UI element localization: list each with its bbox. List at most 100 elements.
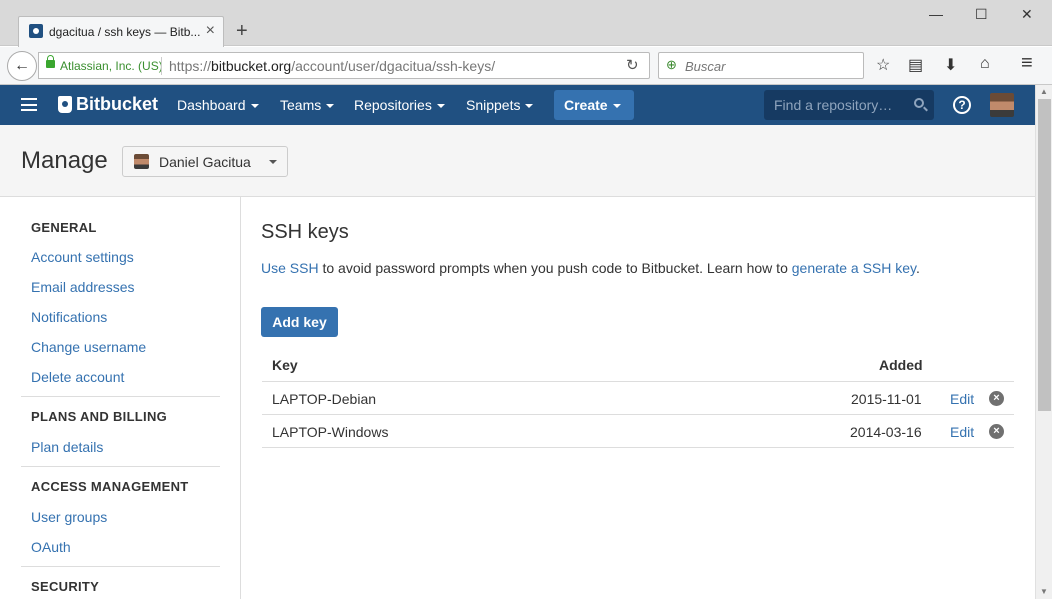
hamburger-menu-icon[interactable] [21, 98, 37, 111]
browser-navbar: ← Atlassian, Inc. (US) https://bitbucket… [0, 47, 1052, 85]
bitbucket-logo-icon[interactable] [58, 96, 72, 113]
section-title: SSH keys [261, 221, 349, 243]
scroll-down-icon[interactable]: ▼ [1040, 587, 1048, 596]
main-content: SSH keys Use SSH to avoid password promp… [241, 197, 1035, 599]
tab-title: dgacitua / ssh keys — Bitb... [49, 25, 201, 39]
app-header: Bitbucket Dashboard Teams Repositories S… [0, 85, 1035, 125]
chevron-down-icon [436, 104, 445, 109]
help-icon[interactable]: ? [953, 96, 971, 114]
remove-key-icon[interactable]: × [989, 391, 1004, 406]
sidebar-item-email-addresses[interactable]: Email addresses [31, 279, 135, 295]
nav-teams-label: Teams [280, 97, 322, 113]
sidebar-item-notifications[interactable]: Notifications [31, 309, 107, 325]
sidebar-heading-security: SECURITY [31, 579, 100, 594]
maximize-button[interactable]: ☐ [975, 6, 988, 23]
account-selector-label: Daniel Gacitua [159, 154, 251, 170]
ssh-intro-text: Use SSH to avoid password prompts when y… [261, 260, 920, 276]
table-row: LAPTOP-Debian 2015-11-01 Edit × [262, 382, 1014, 415]
back-button[interactable]: ← [7, 51, 37, 81]
download-icon[interactable]: ⬇ [944, 55, 957, 75]
nav-snippets[interactable]: Snippets [466, 97, 534, 113]
bookmark-star-icon[interactable]: ☆ [876, 55, 890, 75]
avatar [134, 154, 149, 169]
edit-key-link[interactable]: Edit [950, 391, 974, 407]
settings-sidebar: GENERAL Account settings Email addresses… [0, 197, 241, 599]
key-added-date: 2015-11-01 [851, 391, 922, 407]
browser-tab[interactable]: dgacitua / ssh keys — Bitb... × [18, 16, 224, 47]
sidebar-item-delete-account[interactable]: Delete account [31, 369, 124, 385]
reload-icon[interactable]: ↻ [626, 56, 639, 74]
search-placeholder: Buscar [685, 59, 726, 74]
intro-end: . [916, 260, 920, 276]
url-path: /account/user/dgacitua/ssh-keys/ [291, 58, 496, 74]
sidebar-divider [21, 396, 220, 397]
page-scrollbar[interactable]: ▲ ▼ [1035, 85, 1052, 599]
sidebar-divider [21, 466, 220, 467]
browser-titlebar: dgacitua / ssh keys — Bitb... × + — ☐ ✕ [0, 0, 1052, 47]
page-title: Manage [21, 147, 108, 174]
remove-key-icon[interactable]: × [989, 424, 1004, 439]
reading-list-icon[interactable]: ▤ [908, 55, 923, 75]
chevron-down-icon [612, 104, 621, 109]
minimize-button[interactable]: — [929, 6, 943, 22]
key-added-date: 2014-03-16 [850, 424, 922, 440]
sidebar-item-account-settings[interactable]: Account settings [31, 249, 134, 265]
key-label: LAPTOP-Windows [272, 424, 389, 440]
sidebar-heading-access-management: ACCESS MANAGEMENT [31, 479, 189, 494]
home-icon[interactable]: ⌂ [980, 55, 990, 73]
url-divider [161, 57, 162, 75]
site-identity[interactable]: Atlassian, Inc. (US) [60, 59, 163, 73]
scroll-up-icon[interactable]: ▲ [1040, 87, 1048, 96]
repository-search-input[interactable]: Find a repository… [764, 90, 934, 120]
search-icon [914, 98, 924, 108]
tab-close-icon[interactable]: × [206, 22, 215, 40]
bitbucket-logo[interactable]: Bitbucket [76, 94, 158, 115]
scrollbar-thumb[interactable] [1038, 99, 1051, 411]
column-header-added: Added [879, 357, 923, 373]
column-header-key: Key [272, 357, 298, 373]
nav-snippets-label: Snippets [466, 97, 521, 113]
sidebar-heading-general: GENERAL [31, 220, 97, 235]
url-bar[interactable]: Atlassian, Inc. (US) https://bitbucket.o… [38, 52, 650, 79]
close-window-button[interactable]: ✕ [1021, 6, 1033, 23]
ssh-keys-table: Key Added LAPTOP-Debian 2015-11-01 Edit … [262, 347, 1014, 448]
search-engine-icon: ⊕ [666, 57, 677, 72]
sidebar-item-plan-details[interactable]: Plan details [31, 439, 103, 455]
sidebar-item-user-groups[interactable]: User groups [31, 509, 107, 525]
table-header: Key Added [262, 347, 1014, 382]
edit-key-link[interactable]: Edit [950, 424, 974, 440]
nav-dashboard[interactable]: Dashboard [177, 97, 259, 113]
url-text[interactable]: https://bitbucket.org/account/user/dgaci… [169, 58, 495, 74]
browser-menu-icon[interactable]: ≡ [1021, 52, 1033, 75]
browser-search-input[interactable]: ⊕ Buscar [658, 52, 864, 79]
generate-ssh-key-link[interactable]: generate a SSH key [792, 260, 916, 276]
lock-icon [46, 55, 55, 68]
sidebar-item-oauth[interactable]: OAuth [31, 539, 71, 555]
table-row: LAPTOP-Windows 2014-03-16 Edit × [262, 415, 1014, 448]
intro-text: to avoid password prompts when you push … [318, 260, 792, 276]
chevron-down-icon [525, 104, 534, 109]
account-selector[interactable]: Daniel Gacitua [122, 146, 288, 177]
new-tab-button[interactable]: + [236, 20, 248, 43]
nav-teams[interactable]: Teams [280, 97, 335, 113]
create-label: Create [564, 97, 608, 113]
nav-repositories[interactable]: Repositories [354, 97, 445, 113]
chevron-down-icon [326, 104, 335, 109]
page-header: Manage Daniel Gacitua [0, 125, 1035, 197]
url-scheme: https:// [169, 58, 212, 74]
repository-search-placeholder: Find a repository… [774, 97, 893, 113]
sidebar-divider [21, 566, 220, 567]
chevron-down-icon [269, 160, 277, 164]
chevron-down-icon [250, 104, 259, 109]
nav-repositories-label: Repositories [354, 97, 432, 113]
key-label: LAPTOP-Debian [272, 391, 377, 407]
sidebar-item-change-username[interactable]: Change username [31, 339, 146, 355]
user-avatar[interactable] [990, 93, 1014, 117]
nav-dashboard-label: Dashboard [177, 97, 246, 113]
create-button[interactable]: Create [554, 90, 634, 120]
add-key-button[interactable]: Add key [261, 307, 338, 337]
sidebar-heading-plans-and-billing: PLANS AND BILLING [31, 409, 168, 424]
use-ssh-link[interactable]: Use SSH [261, 260, 319, 276]
bitbucket-favicon-icon [29, 24, 43, 38]
url-host: bitbucket.org [211, 58, 292, 74]
